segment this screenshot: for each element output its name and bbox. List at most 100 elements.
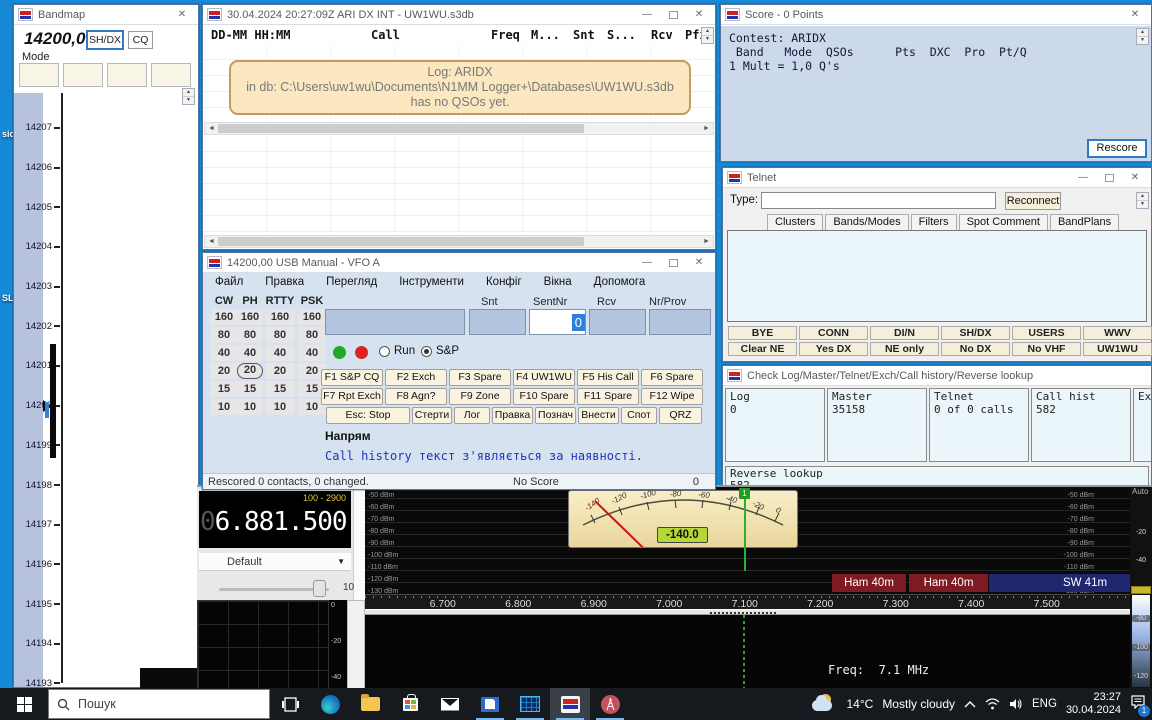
band-button[interactable]: 80 — [237, 327, 263, 343]
function-key-button[interactable]: F3 Spare — [449, 369, 511, 386]
function-key-button[interactable]: F11 Spare — [577, 388, 639, 405]
col-mode[interactable]: M... — [531, 28, 560, 42]
logger-save-app-button[interactable] — [470, 688, 510, 720]
cq-button[interactable]: CQ — [128, 31, 153, 49]
snt-input[interactable] — [469, 309, 526, 335]
telnet-command-button[interactable]: DI/N — [870, 326, 939, 340]
telnet-command-input[interactable] — [761, 192, 996, 209]
n1mm-taskbar-button[interactable] — [550, 688, 590, 720]
band-button[interactable]: 80 — [265, 327, 295, 343]
function-key-button[interactable]: F1 S&P CQ — [321, 369, 383, 386]
telnet-command-button[interactable]: BYE — [728, 326, 797, 340]
file-explorer-button[interactable] — [350, 688, 390, 720]
telnet-command-button[interactable]: UW1WU — [1083, 342, 1152, 356]
score-titlebar[interactable]: Score - 0 Points ✕ — [721, 5, 1151, 25]
band-button[interactable]: 20 — [265, 363, 295, 379]
log-scrollbar-bottom[interactable]: ◄ ► — [204, 235, 714, 248]
notification-center-button[interactable]: 1 — [1130, 695, 1146, 714]
panel-scrollbar-vertical[interactable] — [347, 600, 365, 692]
function-key-button[interactable]: F9 Zone — [449, 388, 511, 405]
col-snt[interactable]: Snt — [573, 28, 595, 42]
bandmap-width-spinner[interactable]: ▲▼ — [182, 88, 195, 105]
entry-titlebar[interactable]: 14200,00 USB Manual - VFO A — ✕ — [203, 253, 715, 273]
speaker-icon[interactable] — [1009, 698, 1023, 710]
menu-item[interactable]: Конфіг — [486, 276, 522, 288]
check-panel[interactable]: Call hist 582 — [1031, 388, 1131, 462]
telnet-command-button[interactable]: No DX — [941, 342, 1010, 356]
function-key-button[interactable]: F8 Agn? — [385, 388, 447, 405]
telnet-command-button[interactable]: Yes DX — [799, 342, 868, 356]
col-rcv[interactable]: Rcv — [651, 28, 673, 42]
band-button[interactable]: 15 — [211, 381, 237, 397]
menu-item[interactable]: Інструменти — [399, 276, 464, 288]
telnet-tab[interactable]: Spot Comment — [959, 214, 1048, 230]
log-titlebar[interactable]: 30.04.2024 20:27:09Z ARI DX INT - UW1WU.… — [203, 5, 715, 25]
rf-spectrum-display[interactable]: -50 dBm-60 dBm-70 dBm-80 dBm-90 dBm-100 … — [365, 487, 1130, 609]
wifi-icon[interactable] — [985, 698, 1000, 710]
reverse-lookup-panel[interactable]: Reverse lookup 582 — [725, 466, 1149, 486]
telnet-font-spinner[interactable]: ▲▼ — [1136, 192, 1149, 209]
log-grid-pane-bottom[interactable] — [203, 136, 715, 235]
close-icon[interactable]: ✕ — [1123, 7, 1147, 23]
telnet-spot-list[interactable] — [727, 230, 1147, 322]
band-button[interactable]: 80 — [211, 327, 237, 343]
mail-button[interactable] — [430, 688, 470, 720]
rescore-button[interactable]: Rescore — [1087, 139, 1147, 158]
telnet-tab[interactable]: Filters — [911, 214, 957, 230]
reconnect-button[interactable]: Reconnect — [1005, 192, 1061, 210]
maximize-icon[interactable] — [1097, 170, 1121, 186]
minimize-icon[interactable]: — — [635, 7, 659, 23]
action-button[interactable]: Esc: Stop — [326, 407, 410, 424]
col-freq[interactable]: Freq — [491, 28, 520, 42]
edge-taskbar-button[interactable] — [310, 688, 350, 720]
band-button[interactable]: 160 — [211, 309, 237, 325]
action-button[interactable]: Стерти — [412, 407, 452, 424]
action-button[interactable]: QRZ — [659, 407, 702, 424]
telnet-titlebar[interactable]: Telnet — ✕ — [723, 168, 1151, 188]
check-panel[interactable]: Log 0 — [725, 388, 825, 462]
score-font-spinner[interactable]: ▲▼ — [1136, 28, 1149, 45]
minimize-icon[interactable]: — — [1071, 170, 1095, 186]
audio-spectrum-chart[interactable] — [197, 600, 329, 692]
task-view-button[interactable] — [270, 688, 310, 720]
check-panel[interactable]: Telnet 0 of 0 calls — [929, 388, 1029, 462]
menu-item[interactable]: Правка — [265, 276, 304, 288]
check-panel[interactable]: Master 35158 — [827, 388, 927, 462]
action-button[interactable]: Внести — [578, 407, 619, 424]
band-button[interactable]: 40 — [265, 345, 295, 361]
col-s[interactable]: S... — [607, 28, 636, 42]
band-button[interactable]: 10 — [265, 399, 295, 415]
action-button[interactable]: Правка — [492, 407, 533, 424]
telnet-command-button[interactable]: USERS — [1012, 326, 1081, 340]
band-button[interactable]: 160 — [237, 309, 263, 325]
band-button[interactable]: 40 — [211, 345, 237, 361]
waterfall-display[interactable]: Freq: 7.1 MHz — [365, 615, 1130, 692]
bandplan-app-button[interactable] — [510, 688, 550, 720]
volume-slider-handle[interactable] — [313, 580, 326, 597]
check-panel[interactable]: Excha — [1133, 388, 1152, 462]
mode-box[interactable] — [151, 63, 191, 87]
telnet-command-button[interactable]: SH/DX — [941, 326, 1010, 340]
check-titlebar[interactable]: Check Log/Master/Telnet/Exch/Call histor… — [723, 366, 1151, 386]
close-icon[interactable]: ✕ — [687, 7, 711, 23]
tray-chevron-icon[interactable] — [964, 700, 976, 708]
close-icon[interactable]: ✕ — [1123, 170, 1147, 186]
close-icon[interactable]: ✕ — [170, 7, 194, 23]
panel-scrollbar[interactable]: ^ — [353, 487, 365, 605]
band-button[interactable]: 20 — [237, 363, 263, 379]
sp-radio[interactable]: S&P — [421, 345, 459, 357]
action-button[interactable]: Лог — [454, 407, 490, 424]
function-key-button[interactable]: F5 His Call — [577, 369, 639, 386]
shdx-button[interactable]: SH/DX — [86, 30, 124, 50]
start-button[interactable] — [0, 688, 48, 720]
taskbar-search-box[interactable]: Пошук — [48, 689, 270, 719]
telnet-command-button[interactable]: CONN — [799, 326, 868, 340]
function-key-button[interactable]: F12 Wipe — [641, 388, 703, 405]
menu-item[interactable]: Вікна — [544, 276, 572, 288]
log-scrollbar-top[interactable]: ◄ ► — [204, 122, 714, 135]
telnet-tab[interactable]: Clusters — [767, 214, 823, 230]
sdr-frequency-display[interactable]: 100 - 2900 06.881.500 — [199, 491, 351, 548]
profile-dropdown[interactable]: Default ▼ — [199, 553, 351, 571]
function-key-button[interactable]: F4 UW1WU — [513, 369, 575, 386]
frequency-ruler[interactable]: 6.7006.8006.9007.0007.1007.2007.3007.400… — [365, 594, 1130, 609]
